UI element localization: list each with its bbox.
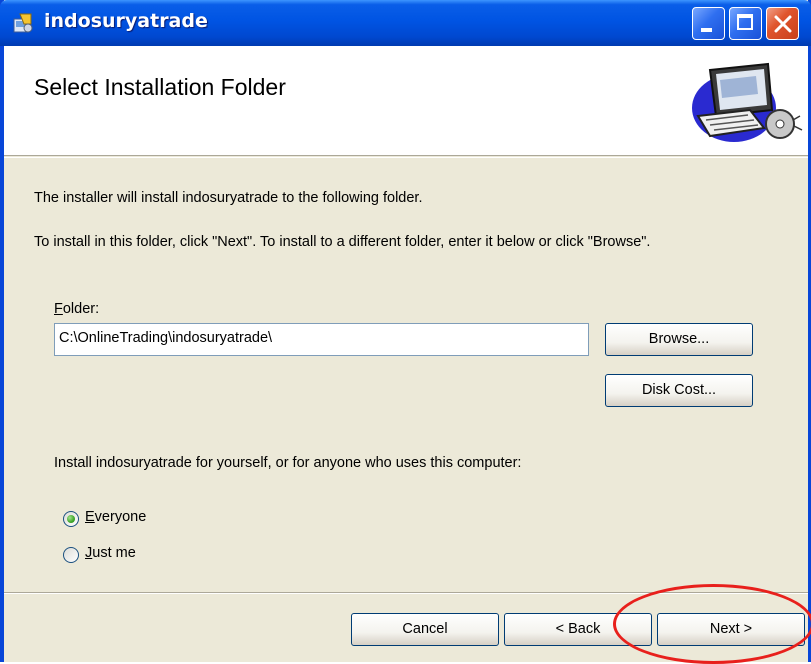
title-bar[interactable]: indosuryatrade	[0, 0, 811, 46]
folder-label-access-key: F	[54, 301, 63, 317]
browse-button[interactable]: Browse...	[605, 323, 753, 356]
computer-installer-icon	[692, 62, 803, 142]
everyone-radio[interactable]	[63, 511, 79, 527]
instructions-text: To install in this folder, click "Next".…	[34, 234, 651, 250]
footer-divider	[4, 592, 808, 594]
everyone-access-key: E	[85, 509, 95, 525]
window-title: indosuryatrade	[44, 10, 208, 32]
minimize-button[interactable]	[692, 7, 725, 40]
disk-cost-button[interactable]: Disk Cost...	[605, 374, 753, 407]
minimize-icon	[701, 28, 712, 32]
installer-window: indosuryatrade Select Installation Folde…	[0, 0, 811, 664]
intro-text: The installer will install indosuryatrad…	[34, 190, 423, 206]
just-me-label[interactable]: Just me	[85, 545, 136, 561]
just-me-label-text: ust me	[92, 545, 136, 561]
everyone-label-text: veryone	[94, 509, 147, 525]
close-icon	[774, 15, 792, 33]
install-scope-prompt: Install indosuryatrade for yourself, or …	[54, 455, 522, 471]
folder-label: Folder:	[54, 301, 99, 317]
maximize-button[interactable]	[729, 7, 762, 40]
back-button[interactable]: < Back	[504, 613, 652, 646]
maximize-icon	[737, 14, 753, 30]
next-button[interactable]: Next >	[657, 613, 805, 646]
header-banner: Select Installation Folder	[4, 46, 808, 158]
installer-app-icon	[13, 13, 33, 33]
folder-label-text: older:	[62, 301, 100, 317]
close-button[interactable]	[766, 7, 799, 40]
just-me-radio[interactable]	[63, 547, 79, 563]
cancel-button[interactable]: Cancel	[351, 613, 499, 646]
page-title: Select Installation Folder	[34, 74, 286, 100]
folder-path-input[interactable]: C:\OnlineTrading\indosuryatrade\	[54, 323, 589, 356]
everyone-label[interactable]: Everyone	[85, 509, 146, 525]
